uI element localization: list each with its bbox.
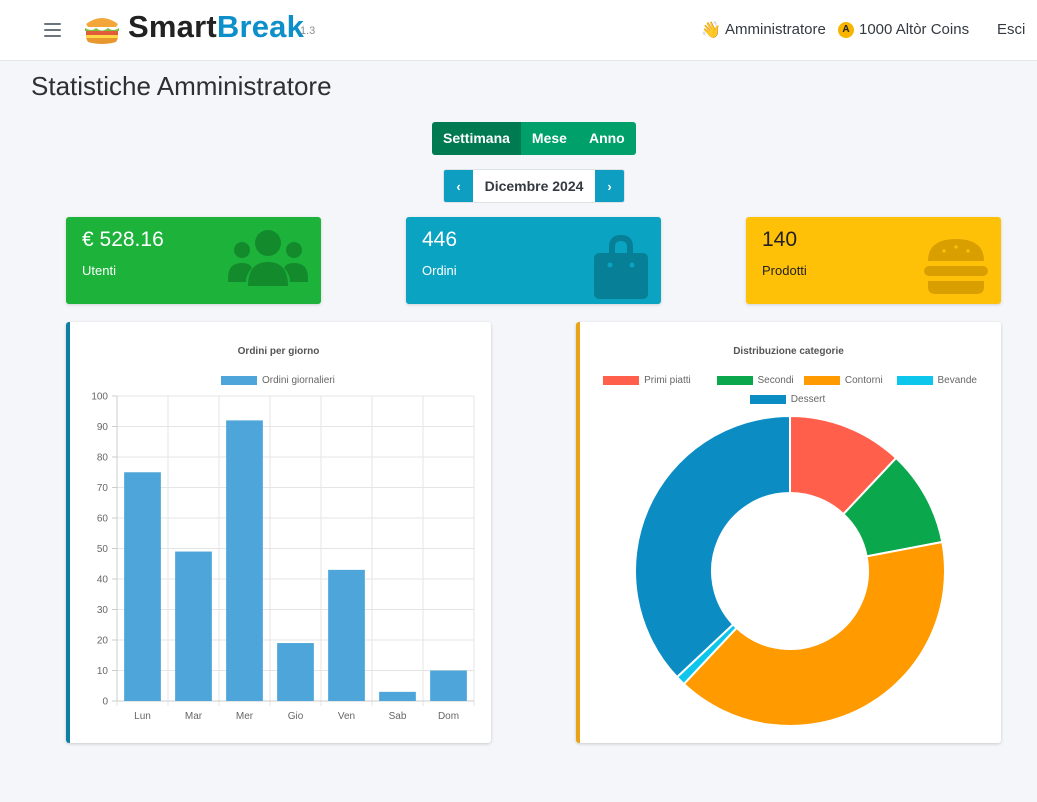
y-tick-label: 20 <box>97 636 109 647</box>
x-tick-label: Lun <box>134 711 151 722</box>
stat-box-ordini: 446 Ordini <box>406 217 661 304</box>
version-label: 1.3 <box>300 25 316 37</box>
current-period-label: Dicembre 2024 <box>473 170 595 202</box>
donut-chart <box>634 414 946 727</box>
y-tick-label: 50 <box>97 544 109 555</box>
x-tick-label: Mar <box>185 711 203 722</box>
top-navbar: SmartBreak 1.3 👋 Amministratore A 1000 A… <box>0 0 1037 61</box>
brand-name[interactable]: SmartBreak <box>128 9 304 45</box>
page-title: Statistiche Amministratore <box>31 71 332 101</box>
y-tick-label: 40 <box>97 575 109 586</box>
x-tick-label: Dom <box>438 711 459 722</box>
coin-icon: A <box>838 22 854 38</box>
x-tick-label: Mer <box>236 711 254 722</box>
bar-mar[interactable] <box>175 551 212 701</box>
menu-icon[interactable] <box>44 23 61 37</box>
stat-value: 140 <box>762 228 798 251</box>
logout-link[interactable]: Esci <box>997 21 1025 38</box>
bar-dom[interactable] <box>430 670 467 702</box>
bar-sab[interactable] <box>379 691 416 701</box>
y-tick-label: 30 <box>97 605 109 616</box>
coins-balance[interactable]: 1000 Altòr Coins <box>859 21 969 38</box>
x-tick-label: Sab <box>389 711 407 722</box>
y-tick-label: 60 <box>97 514 109 525</box>
period-toggle: Settimana Mese Anno <box>432 122 636 155</box>
bar-ven[interactable] <box>328 569 365 701</box>
stat-box-utenti: € 528.16 Utenti <box>66 217 321 304</box>
stat-value: 446 <box>422 228 458 251</box>
bar-chart: 0 10 20 30 40 50 60 70 80 90 100 Lun Mar Mer Gio Ven Sab… <box>91 392 475 722</box>
shopping-bag-icon <box>594 235 648 299</box>
stat-label: Ordini <box>422 263 457 278</box>
tab-mese[interactable]: Mese <box>520 122 578 155</box>
x-tick-label: Gio <box>288 711 304 722</box>
y-tick-label: 0 <box>102 697 108 708</box>
stat-value: € 528.16 <box>82 228 164 251</box>
bar-gio[interactable] <box>277 643 314 701</box>
sandwich-logo-icon <box>85 18 119 44</box>
orders-per-day-card: Ordini per giorno Ordini giornalieri 0 10… <box>66 322 491 743</box>
users-icon <box>228 230 308 286</box>
user-link[interactable]: Amministratore <box>725 21 826 38</box>
stat-label: Prodotti <box>762 263 807 278</box>
prev-period-button[interactable]: ‹ <box>444 170 473 202</box>
y-tick-label: 100 <box>91 392 108 403</box>
stat-box-prodotti: 140 Prodotti <box>746 217 1001 304</box>
bar-lun[interactable] <box>124 472 161 701</box>
date-navigator: ‹ Dicembre 2024 › <box>443 169 625 203</box>
category-distribution-card: Distribuzione categorie Primi piatti Seco… <box>576 322 1001 743</box>
y-tick-label: 70 <box>97 483 109 494</box>
tab-settimana[interactable]: Settimana <box>432 122 521 155</box>
y-tick-label: 90 <box>97 422 109 433</box>
wave-icon: 👋 <box>701 22 721 39</box>
slice-dessert[interactable] <box>634 414 791 679</box>
stat-label: Utenti <box>82 263 116 278</box>
burger-icon <box>924 239 988 294</box>
y-tick-label: 10 <box>97 666 109 677</box>
bar-mer[interactable] <box>226 420 263 701</box>
x-tick-label: Ven <box>338 711 355 722</box>
y-tick-label: 80 <box>97 453 109 464</box>
tab-anno[interactable]: Anno <box>577 122 636 155</box>
next-period-button[interactable]: › <box>595 170 624 202</box>
